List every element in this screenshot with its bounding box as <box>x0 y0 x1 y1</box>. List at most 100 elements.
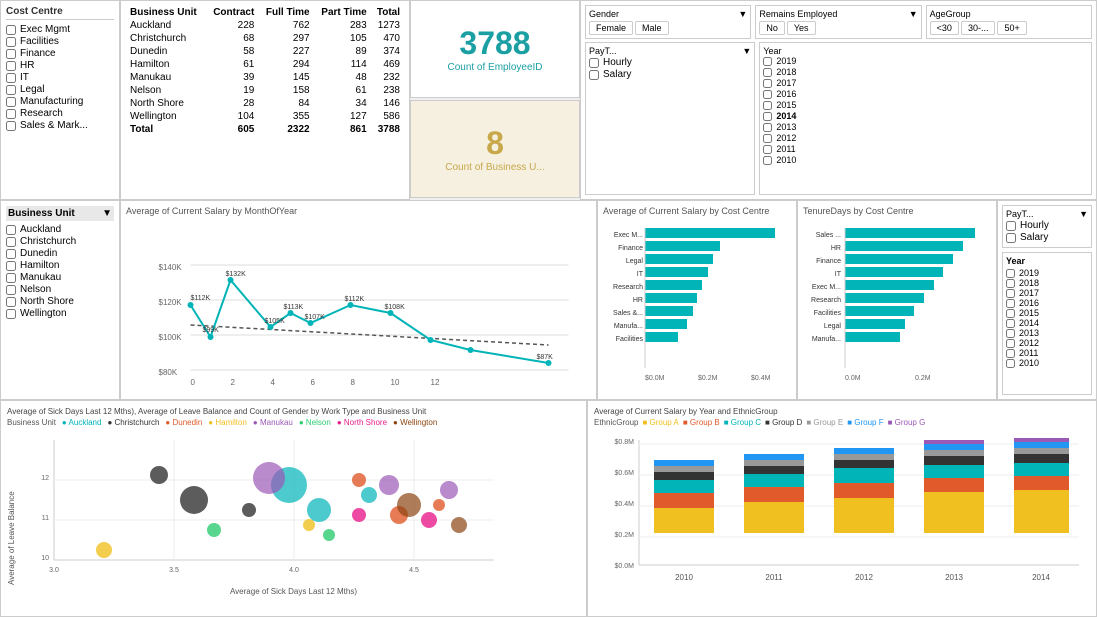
year-slicer-item-2016[interactable]: 2016 <box>1006 298 1088 308</box>
svg-text:12: 12 <box>41 475 49 482</box>
top-filters-row: Gender ▼ Female Male Remains Employed ▼ … <box>585 5 1092 39</box>
bu-filter-title: Business Unit <box>8 208 75 219</box>
bu-nelson[interactable]: Nelson <box>6 284 114 295</box>
age-30-btn[interactable]: 30-... <box>961 21 996 35</box>
bu-dropdown-icon[interactable]: ▼ <box>102 208 112 219</box>
year-slicer-list: 2019201820172016201520142013201220112010 <box>1006 268 1088 368</box>
cc-item-8[interactable]: Sales & Mark... <box>6 120 114 131</box>
col-bu: Business Unit <box>126 6 206 19</box>
gender-dropdown-icon[interactable]: ▼ <box>738 9 747 19</box>
scatter-legend: Business Unit ● Auckland ● Christchurch … <box>7 418 580 427</box>
svg-text:$112K: $112K <box>191 295 211 302</box>
kpi-employee-count: 3788 Count of EmployeeID <box>410 0 580 98</box>
gender-male-btn[interactable]: Male <box>635 21 669 35</box>
year-slicer-item-2010[interactable]: 2010 <box>1006 358 1088 368</box>
svg-text:2013: 2013 <box>945 573 963 582</box>
bu-wellington[interactable]: Wellington <box>6 308 114 319</box>
right-filters-panel: Gender ▼ Female Male Remains Employed ▼ … <box>580 0 1097 200</box>
cc-item-4[interactable]: IT <box>6 72 114 83</box>
agegroup-label: AgeGroup <box>930 9 971 19</box>
cc-item-3[interactable]: HR <box>6 60 114 71</box>
year-item-2011[interactable]: 2011 <box>763 144 1088 154</box>
paytype-slicer-hourly[interactable]: Hourly <box>1006 220 1088 231</box>
svg-text:$0.0M: $0.0M <box>645 375 665 382</box>
cost-centre-filter: Cost Centre Exec Mgmt Facilities Finance… <box>0 0 120 200</box>
year-slicer-item-2015[interactable]: 2015 <box>1006 308 1088 318</box>
employed-yes-btn[interactable]: Yes <box>787 21 816 35</box>
cc-item-7[interactable]: Research <box>6 108 114 119</box>
paytype-arrow[interactable]: ▼ <box>1079 209 1088 219</box>
svg-text:4: 4 <box>271 378 276 387</box>
paytype-label: PayT... <box>589 46 617 56</box>
svg-text:4.0: 4.0 <box>289 567 299 574</box>
svg-text:IT: IT <box>637 271 644 278</box>
year-item-2013[interactable]: 2013 <box>763 122 1088 132</box>
cc-item-1[interactable]: Facilities <box>6 36 114 47</box>
year-slicer-item-2012[interactable]: 2012 <box>1006 338 1088 348</box>
paytype-dropdown-icon[interactable]: ▼ <box>742 46 751 56</box>
year-slicer-item-2013[interactable]: 2013 <box>1006 328 1088 338</box>
svg-text:10: 10 <box>391 378 400 387</box>
bu-dunedin[interactable]: Dunedin <box>6 248 114 259</box>
cc-item-5[interactable]: Legal <box>6 84 114 95</box>
svg-text:$87K: $87K <box>537 354 554 361</box>
gender-filter: Gender ▼ Female Male <box>585 5 751 39</box>
cc-item-2[interactable]: Finance <box>6 48 114 59</box>
agegroup-options: <30 30-... 50+ <box>930 21 1088 35</box>
avg-salary-chart: Average of Current Salary by Cost Centre… <box>597 200 797 400</box>
bu-hamilton[interactable]: Hamilton <box>6 260 114 271</box>
kpi-business-unit-count: 8 Count of Business U... <box>410 100 580 198</box>
bu-northshore[interactable]: North Shore <box>6 296 114 307</box>
employed-dropdown-icon[interactable]: ▼ <box>909 9 918 19</box>
year-slicer-item-2011[interactable]: 2011 <box>1006 348 1088 358</box>
year-list: 2019201820172016201520142013201220112010 <box>763 56 1088 165</box>
employed-label: Remains Employed <box>759 9 837 19</box>
bu-auckland[interactable]: Auckland <box>6 224 114 235</box>
svg-text:12: 12 <box>431 378 440 387</box>
year-slicer-item-2018[interactable]: 2018 <box>1006 278 1088 288</box>
svg-text:Sales ...: Sales ... <box>816 232 841 239</box>
age-lt30-btn[interactable]: <30 <box>930 21 959 35</box>
kpi-employee-value: 3788 <box>459 25 530 62</box>
gender-female-btn[interactable]: Female <box>589 21 633 35</box>
svg-text:$105K: $105K <box>265 318 286 325</box>
year-item-2010[interactable]: 2010 <box>763 155 1088 165</box>
svg-text:$108K: $108K <box>385 304 406 311</box>
year-item-2012[interactable]: 2012 <box>763 133 1088 143</box>
year-item-2016[interactable]: 2016 <box>763 89 1088 99</box>
svg-text:0.2M: 0.2M <box>915 375 931 382</box>
stacked-bar-panel: Average of Current Salary by Year and Et… <box>587 400 1097 617</box>
year-slicer-item-2019[interactable]: 2019 <box>1006 268 1088 278</box>
employed-no-btn[interactable]: No <box>759 21 785 35</box>
paytype-slicer-salary[interactable]: Salary <box>1006 232 1088 243</box>
svg-text:Manufa...: Manufa... <box>614 323 643 330</box>
svg-text:Research: Research <box>613 284 643 291</box>
year-item-2014[interactable]: 2014 <box>763 111 1088 121</box>
svg-text:4.5: 4.5 <box>409 567 419 574</box>
paytype-hourly[interactable]: Hourly <box>589 57 751 68</box>
svg-text:3.5: 3.5 <box>169 567 179 574</box>
agegroup-filter: AgeGroup <30 30-... 50+ <box>926 5 1092 39</box>
kpi-bu-label: Count of Business U... <box>445 162 545 173</box>
year-item-2017[interactable]: 2017 <box>763 78 1088 88</box>
paytype-salary[interactable]: Salary <box>589 69 751 80</box>
bottom-filters-row: PayT... ▼ Hourly Salary Year 20192018201… <box>585 42 1092 195</box>
age-50-btn[interactable]: 50+ <box>997 21 1026 35</box>
scatter-svg: 10 11 12 3.0 3.5 4.0 4.5 <box>19 430 499 585</box>
cc-item-6[interactable]: Manufacturing <box>6 96 114 107</box>
svg-text:$0.4M: $0.4M <box>751 375 771 382</box>
svg-text:Exec M...: Exec M... <box>614 232 643 239</box>
svg-text:Finance: Finance <box>816 258 841 265</box>
bu-manukau[interactable]: Manukau <box>6 272 114 283</box>
year-item-2018[interactable]: 2018 <box>763 67 1088 77</box>
year-slicer-item-2017[interactable]: 2017 <box>1006 288 1088 298</box>
col-total: Total <box>371 6 404 19</box>
year-item-2015[interactable]: 2015 <box>763 100 1088 110</box>
svg-text:$113K: $113K <box>284 304 304 311</box>
line-chart-panel: Average of Current Salary by MonthOfYear… <box>120 200 597 400</box>
year-item-2019[interactable]: 2019 <box>763 56 1088 66</box>
stacked-legend: EthnicGroup ■ Group A ■ Group B ■ Group … <box>594 418 1090 427</box>
cc-item-0[interactable]: Exec Mgmt <box>6 24 114 35</box>
year-slicer-item-2014[interactable]: 2014 <box>1006 318 1088 328</box>
bu-christchurch[interactable]: Christchurch <box>6 236 114 247</box>
